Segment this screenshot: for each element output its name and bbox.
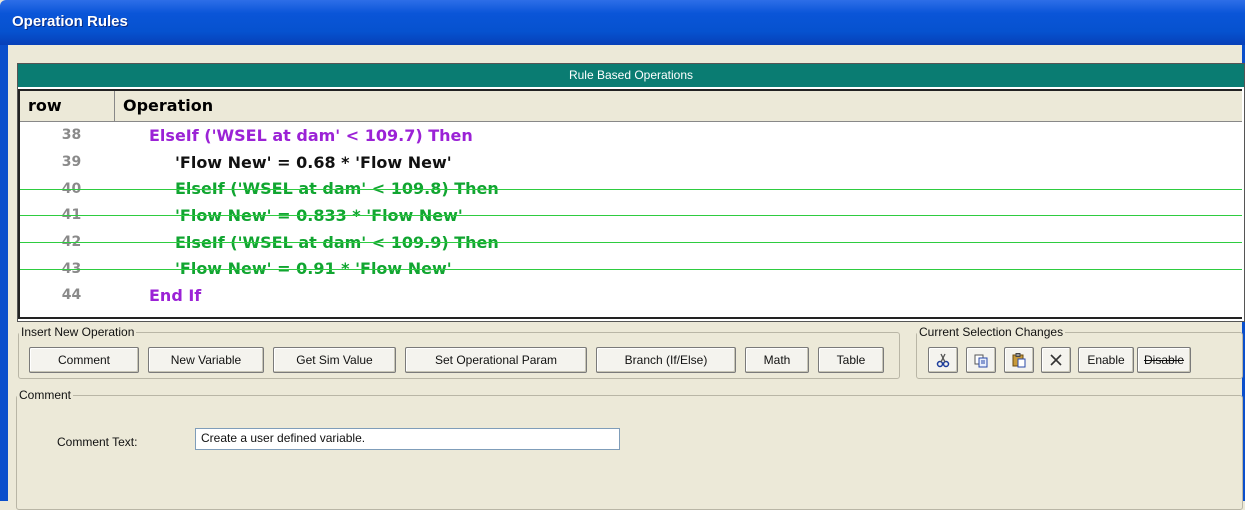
title-bar[interactable]: Operation Rules xyxy=(0,0,1245,45)
table-row[interactable]: 43 'Flow New' = 0.91 * 'Flow New' xyxy=(20,255,1242,282)
insert-operation-legend: Insert New Operation xyxy=(21,325,135,339)
row-number: 41 xyxy=(61,207,82,224)
grid-table: row Operation 38 ElseIf ('WSEL at dam' < … xyxy=(18,89,1242,319)
math-button[interactable]: Math xyxy=(745,347,809,373)
row-number: 40 xyxy=(61,180,82,197)
cut-button[interactable] xyxy=(928,347,958,373)
paste-icon xyxy=(1011,352,1027,368)
table-row[interactable]: 44 End If xyxy=(20,282,1242,309)
branch-if-else-button[interactable]: Branch (If/Else) xyxy=(596,347,736,373)
new-variable-button[interactable]: New Variable xyxy=(148,347,264,373)
operation-text: End If xyxy=(149,285,202,305)
comment-legend: Comment xyxy=(19,388,72,402)
table-button[interactable]: Table xyxy=(818,347,884,373)
table-row[interactable]: 42 ElseIf ('WSEL at dam' < 109.9) Then xyxy=(20,229,1242,256)
row-number: 38 xyxy=(61,127,82,144)
grid-header: row Operation xyxy=(20,91,1242,122)
row-number: 39 xyxy=(61,154,82,171)
table-row[interactable]: 38 ElseIf ('WSEL at dam' < 109.7) Then xyxy=(20,122,1242,149)
set-operational-param-button[interactable]: Set Operational Param xyxy=(405,347,587,373)
delete-icon xyxy=(1048,352,1064,368)
enable-button[interactable]: Enable xyxy=(1078,347,1134,373)
window-client-area: Rule Based Operations row Operation 38 El… xyxy=(8,45,1245,510)
row-number: 43 xyxy=(61,260,82,277)
copy-icon xyxy=(973,352,989,368)
table-row[interactable]: 41 'Flow New' = 0.833 * 'Flow New' xyxy=(20,202,1242,229)
selection-changes-legend: Current Selection Changes xyxy=(919,325,1064,339)
operation-text: 'Flow New' = 0.68 * 'Flow New' xyxy=(175,152,452,172)
table-row[interactable]: 39 'Flow New' = 0.68 * 'Flow New' xyxy=(20,149,1242,176)
comment-text-label: Comment Text: xyxy=(57,435,138,449)
operations-grid: Rule Based Operations row Operation 38 El… xyxy=(17,63,1245,322)
grid-caption: Rule Based Operations xyxy=(18,64,1244,87)
row-number: 44 xyxy=(61,287,82,304)
grid-body: 38 ElseIf ('WSEL at dam' < 109.7) Then 39 '… xyxy=(20,122,1242,309)
operation-text: ElseIf ('WSEL at dam' < 109.8) Then xyxy=(175,179,499,199)
comment-text-field[interactable]: Create a user defined variable. xyxy=(195,428,620,450)
comment-button[interactable]: Comment xyxy=(29,347,139,373)
column-header-operation[interactable]: Operation xyxy=(115,91,1242,121)
operation-text: 'Flow New' = 0.91 * 'Flow New' xyxy=(175,259,452,279)
copy-button[interactable] xyxy=(966,347,996,373)
window-title: Operation Rules xyxy=(12,13,128,30)
operation-text: ElseIf ('WSEL at dam' < 109.9) Then xyxy=(175,232,499,252)
row-number: 42 xyxy=(61,234,82,251)
table-row[interactable]: 40 ElseIf ('WSEL at dam' < 109.8) Then xyxy=(20,175,1242,202)
disable-button[interactable]: Disable xyxy=(1137,347,1191,373)
window-frame-left xyxy=(0,45,8,501)
delete-button[interactable] xyxy=(1041,347,1071,373)
operation-text: 'Flow New' = 0.833 * 'Flow New' xyxy=(175,205,463,225)
cut-icon xyxy=(935,352,951,368)
operation-text: ElseIf ('WSEL at dam' < 109.7) Then xyxy=(149,125,473,145)
get-sim-value-button[interactable]: Get Sim Value xyxy=(273,347,396,373)
column-header-row[interactable]: row xyxy=(20,91,115,121)
paste-button[interactable] xyxy=(1004,347,1034,373)
